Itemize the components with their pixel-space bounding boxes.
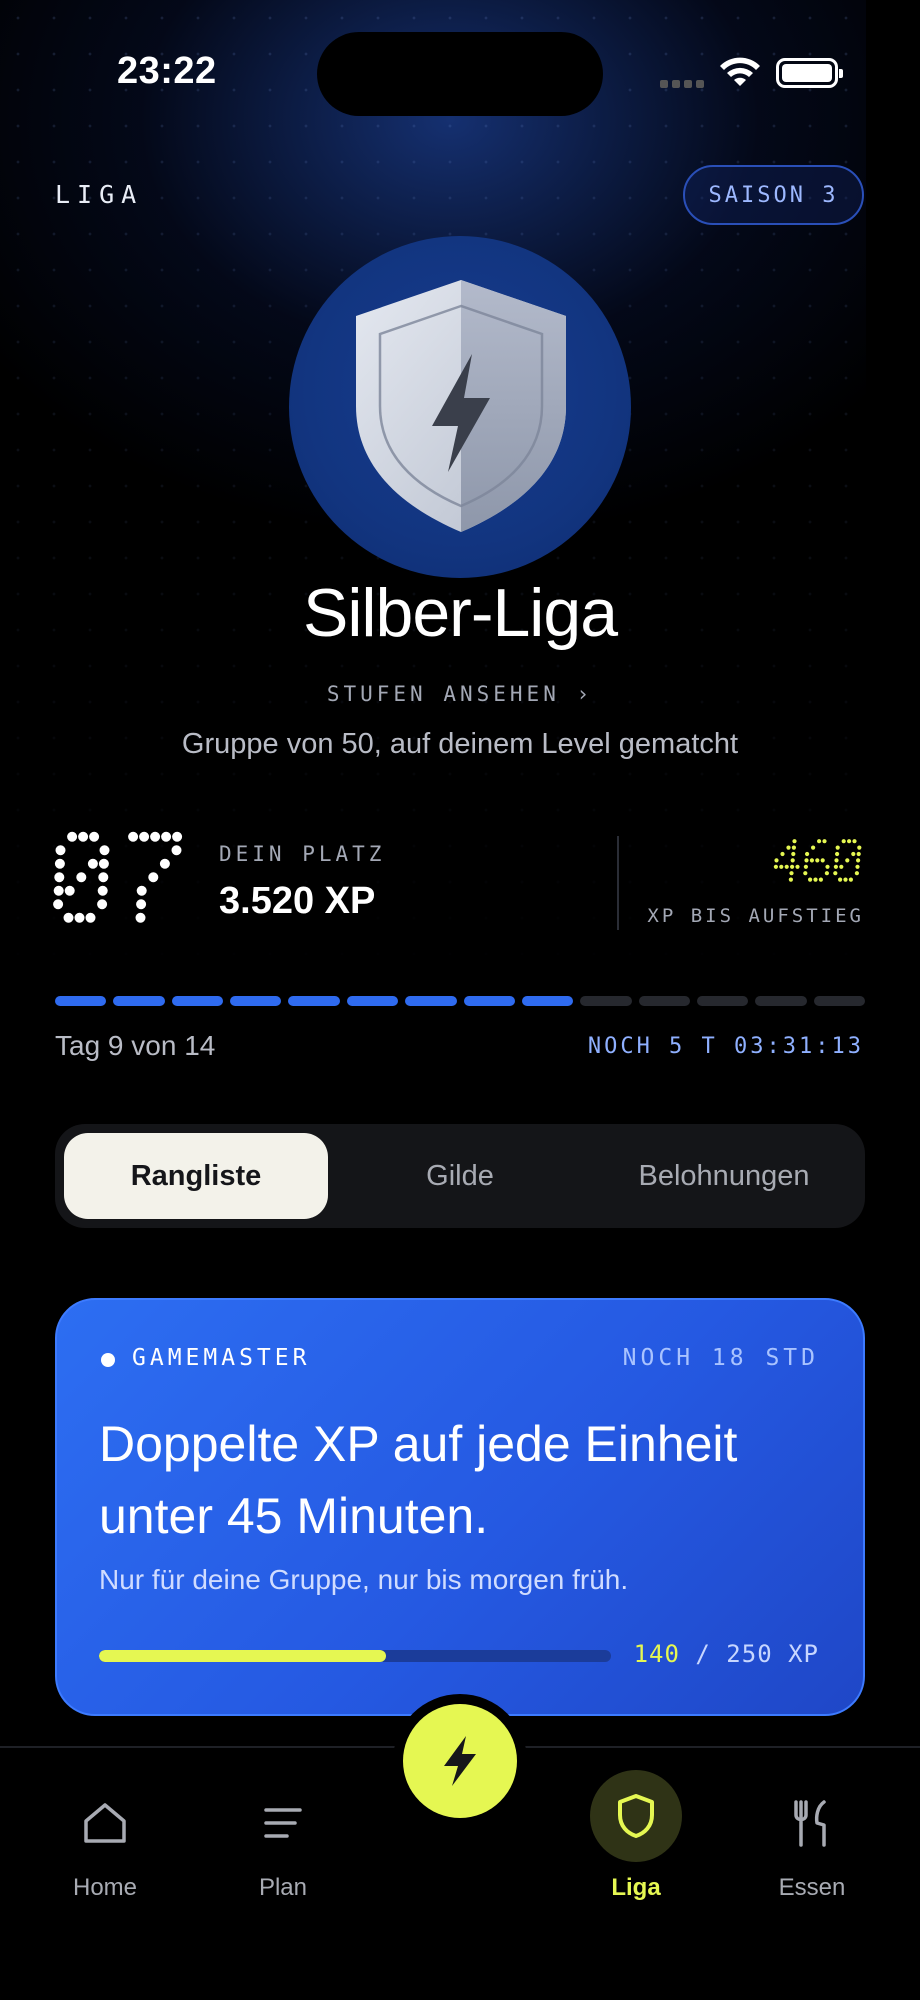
nav-label-essen: Essen	[778, 1874, 846, 1901]
gamemaster-tag: GAMEMASTER	[132, 1345, 311, 1371]
season-progress-segment	[288, 996, 340, 1006]
nav-label-home: Home	[72, 1874, 138, 1901]
bolt-icon	[444, 1736, 476, 1786]
shield-icon	[590, 1770, 682, 1862]
cellular-signal-icon	[660, 80, 704, 88]
event-time-remaining: NOCH 18 STD	[622, 1345, 819, 1371]
xp-to-promotion-value	[773, 839, 862, 882]
season-progress-segment	[113, 996, 165, 1006]
battery-icon	[776, 58, 843, 88]
wifi-icon	[720, 57, 760, 86]
season-progress-segment	[813, 996, 866, 1006]
season-progress-segment	[230, 996, 282, 1006]
fork-knife-icon	[777, 1788, 847, 1858]
live-dot-icon	[101, 1353, 115, 1367]
season-progress-bar	[55, 996, 866, 1006]
season-progress-segment	[55, 996, 107, 1006]
season-progress-segment	[463, 996, 515, 1006]
xp-to-promotion-label: XP BIS AUFSTIEG	[647, 905, 864, 927]
tab-bar: Rangliste Gilde Belohnungen	[55, 1124, 865, 1228]
status-time: 23:22	[117, 50, 217, 92]
plan-icon	[248, 1788, 318, 1858]
event-subtitle: Nur für deine Gruppe, nur bis morgen frü…	[99, 1564, 629, 1595]
tab-rewards[interactable]: Belohnungen	[592, 1133, 856, 1219]
view-levels-link[interactable]: STUFEN ANSEHEN ›	[0, 682, 920, 706]
season-progress-segment	[638, 996, 690, 1006]
home-icon	[70, 1788, 140, 1858]
rank-position-number	[53, 831, 183, 923]
event-title: Doppelte XP auf jede Einheit unter 45 Mi…	[99, 1416, 738, 1544]
nav-label-plan: Plan	[258, 1874, 308, 1901]
divider	[617, 836, 619, 930]
silver-shield-icon	[356, 280, 566, 532]
rank-label: DEIN PLATZ	[219, 842, 386, 866]
tab-leaderboard[interactable]: Rangliste	[64, 1133, 328, 1219]
group-info-text: Gruppe von 50, auf deinem Level gematcht	[181, 728, 739, 760]
league-name: Silber-Liga	[302, 575, 618, 651]
season-badge[interactable]: SAISON 3	[683, 165, 864, 225]
tab-guild[interactable]: Gilde	[328, 1133, 592, 1219]
season-progress-segment	[405, 996, 457, 1006]
season-progress-segment	[346, 996, 399, 1006]
season-progress-segment	[521, 996, 574, 1006]
current-xp: 3.520 XP	[219, 880, 376, 922]
season-progress-segment	[171, 996, 224, 1006]
event-progress-total: / 250 XP	[679, 1640, 819, 1668]
day-counter: Tag 9 von 14	[55, 1030, 216, 1061]
event-progress-current: 140	[633, 1640, 680, 1668]
quick-action-button[interactable]	[403, 1704, 517, 1818]
gamemaster-card[interactable]: GAMEMASTER NOCH 18 STD Doppelte XP auf j…	[55, 1298, 865, 1716]
season-progress-segment	[696, 996, 749, 1006]
nav-label-liga: Liga	[611, 1874, 661, 1901]
event-progress-bar	[99, 1650, 611, 1662]
season-progress-segment	[755, 996, 807, 1006]
event-progress-text: 140 / 250 XP	[634, 1640, 819, 1668]
event-progress-fill	[99, 1650, 386, 1662]
section-label: LIGA	[55, 180, 144, 209]
season-progress-segment	[580, 996, 632, 1006]
dynamic-island	[317, 32, 603, 116]
season-countdown: NOCH 5 T 03:31:13	[587, 1034, 864, 1059]
